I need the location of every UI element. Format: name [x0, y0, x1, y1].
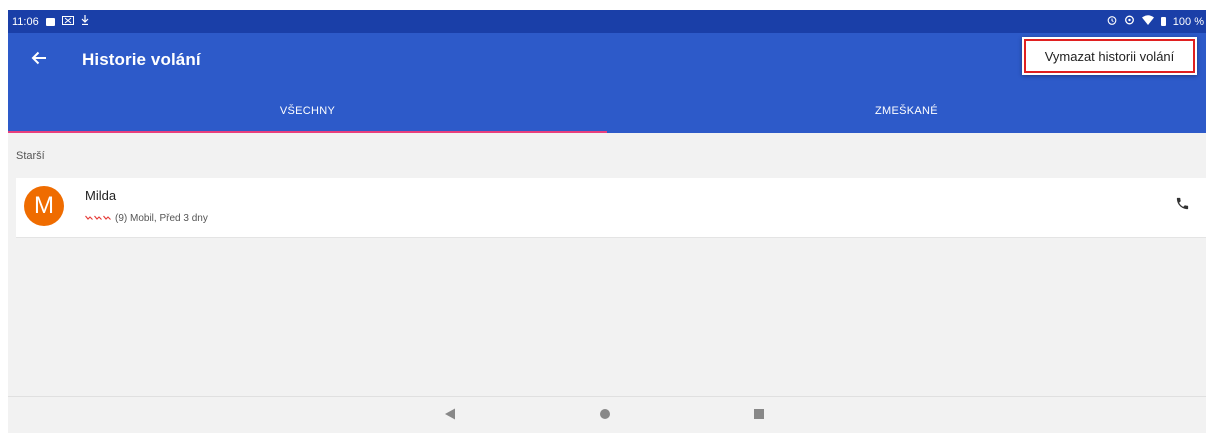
call-details: (9) Mobil, Před 3 dny — [85, 209, 208, 227]
missed-calls-indicator — [85, 209, 111, 227]
missed-call-icon — [94, 209, 102, 227]
home-circle-icon — [599, 407, 611, 425]
download-icon — [81, 15, 89, 28]
contact-name: Milda — [85, 188, 117, 203]
back-button[interactable] — [26, 47, 52, 73]
call-meta: (9) Mobil, Před 3 dny — [115, 212, 208, 224]
avatar[interactable]: M — [24, 186, 64, 226]
tab-missed-label: ZMEŠKANÉ — [875, 105, 938, 117]
recents-square-icon — [753, 407, 765, 425]
arrow-left-icon — [31, 51, 47, 70]
tab-all-label: VŠECHNY — [279, 105, 336, 117]
status-time: 11:06 — [12, 15, 39, 28]
back-triangle-icon — [444, 407, 456, 425]
page-title: Historie volání — [82, 50, 201, 69]
wifi-icon — [1141, 15, 1154, 28]
call-history-screen: 11:06 100 % Historie volání Vymazat hist… — [8, 10, 1206, 433]
battery-icon — [1160, 17, 1166, 26]
navigation-bar — [8, 396, 1206, 433]
cast-icon — [61, 15, 74, 28]
clear-call-history-menu-item[interactable]: Vymazat historii volání — [1024, 39, 1195, 73]
app-bar: Historie volání Vymazat historii volání — [8, 33, 1206, 89]
selected-tab-indicator — [8, 131, 607, 133]
missed-call-icon — [103, 209, 111, 227]
nav-recents-button[interactable] — [748, 405, 770, 427]
tab-missed[interactable]: ZMEŠKANÉ — [607, 89, 1206, 133]
alarm-icon — [1107, 15, 1117, 28]
status-bar-left: 11:06 — [12, 15, 89, 28]
nav-home-button[interactable] — [594, 405, 616, 427]
status-bar: 11:06 100 % — [8, 10, 1206, 33]
call-tabs: VŠECHNY ZMEŠKANÉ — [8, 89, 1206, 133]
battery-percent: 100 % — [1172, 15, 1204, 28]
overflow-menu: Vymazat historii volání — [1022, 37, 1197, 75]
tab-all[interactable]: VŠECHNY — [8, 89, 607, 133]
status-bar-right: 100 % — [1107, 15, 1204, 28]
avatar-letter: M — [34, 192, 54, 219]
call-log-item[interactable]: M Milda (9) Mobil, Před 3 dny — [16, 178, 1206, 238]
call-button[interactable] — [1170, 194, 1194, 218]
notification-square-icon — [45, 17, 55, 26]
section-header-older: Starší — [16, 150, 45, 162]
nav-back-button[interactable] — [439, 405, 461, 427]
missed-call-icon — [85, 209, 93, 227]
phone-icon — [1175, 196, 1190, 216]
data-saver-icon — [1124, 15, 1135, 28]
